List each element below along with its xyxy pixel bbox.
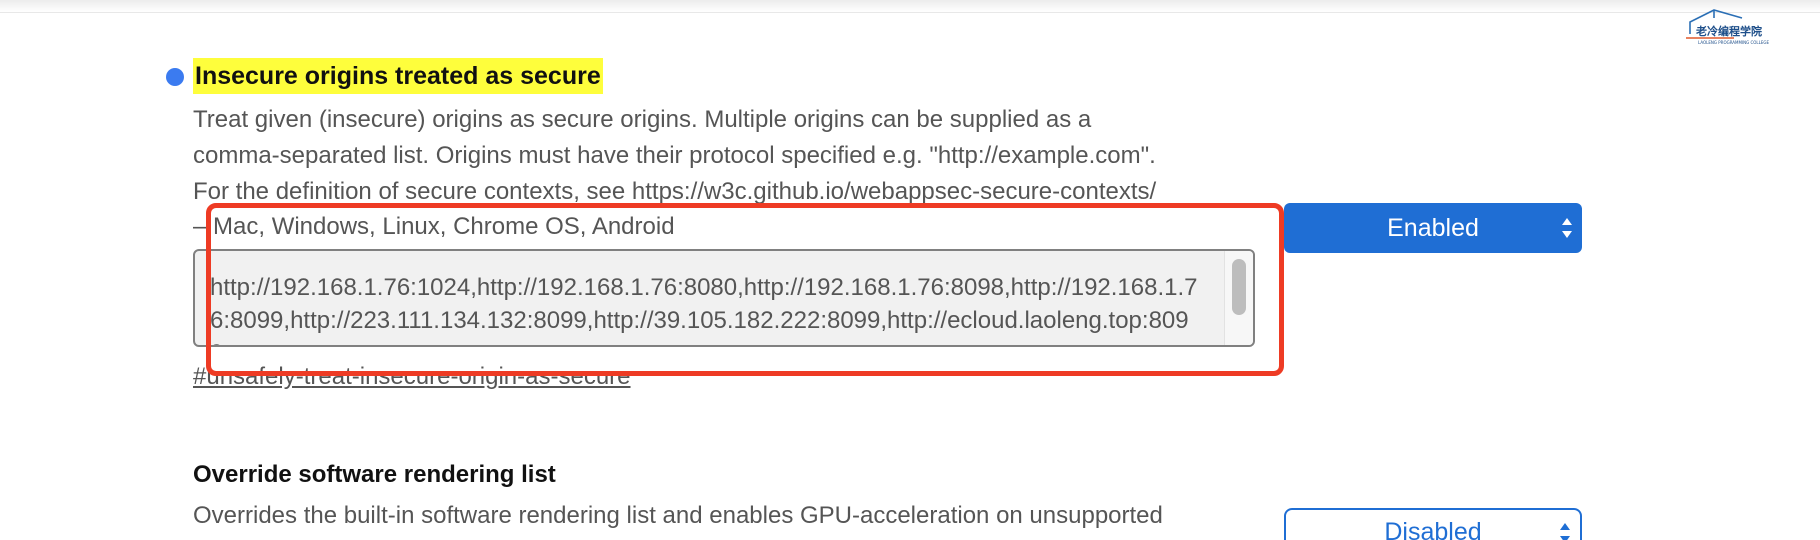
description-line: Overrides the built-in software renderin… [193,502,1163,529]
description-line: For the definition of secure contexts, s… [193,178,1157,205]
textarea-scrollbar[interactable] [1224,251,1253,345]
flag-state-select-enabled[interactable]: Enabled [1284,203,1582,253]
flag-description-override-software-rendering: Overrides the built-in software renderin… [193,498,1273,534]
watermark-sub-label: LAOLENG PROGRAMMING COLLEGE [1698,40,1770,45]
chrome-flags-page: 老冷编程学院 LAOLENG PROGRAMMING COLLEGE Insec… [0,0,1820,540]
description-line: Treat given (insecure) origins as secure… [193,106,1092,133]
flag-description-insecure-origins: Treat given (insecure) origins as secure… [193,102,1273,210]
origins-textarea[interactable]: http://192.168.1.76:1024,http://192.168.… [193,249,1255,347]
select-arrows-icon [1560,523,1570,540]
top-bar-shadow [0,0,1820,13]
flag-state-select-disabled[interactable]: Disabled [1284,508,1582,540]
select-arrows-icon [1562,218,1572,238]
select-value: Disabled [1384,518,1482,540]
flag-platforms: – Mac, Windows, Linux, Chrome OS, Androi… [193,213,675,240]
watermark-logo: 老冷编程学院 LAOLENG PROGRAMMING COLLEGE [1686,9,1770,45]
flag-title-override-software-rendering: Override software rendering list [193,461,556,488]
flag-anchor-link[interactable]: #unsafely-treat-insecure-origin-as-secur… [193,362,631,392]
description-line: comma-separated list. Origins must have … [193,142,1156,169]
watermark-label: 老冷编程学院 [1695,24,1762,38]
textarea-scrollbar-thumb[interactable] [1232,259,1246,315]
flag-title-insecure-origins: Insecure origins treated as secure [193,58,603,94]
origins-textarea-value[interactable]: http://192.168.1.76:1024,http://192.168.… [210,271,1200,345]
select-value: Enabled [1387,214,1479,242]
modified-indicator-dot [166,68,184,86]
